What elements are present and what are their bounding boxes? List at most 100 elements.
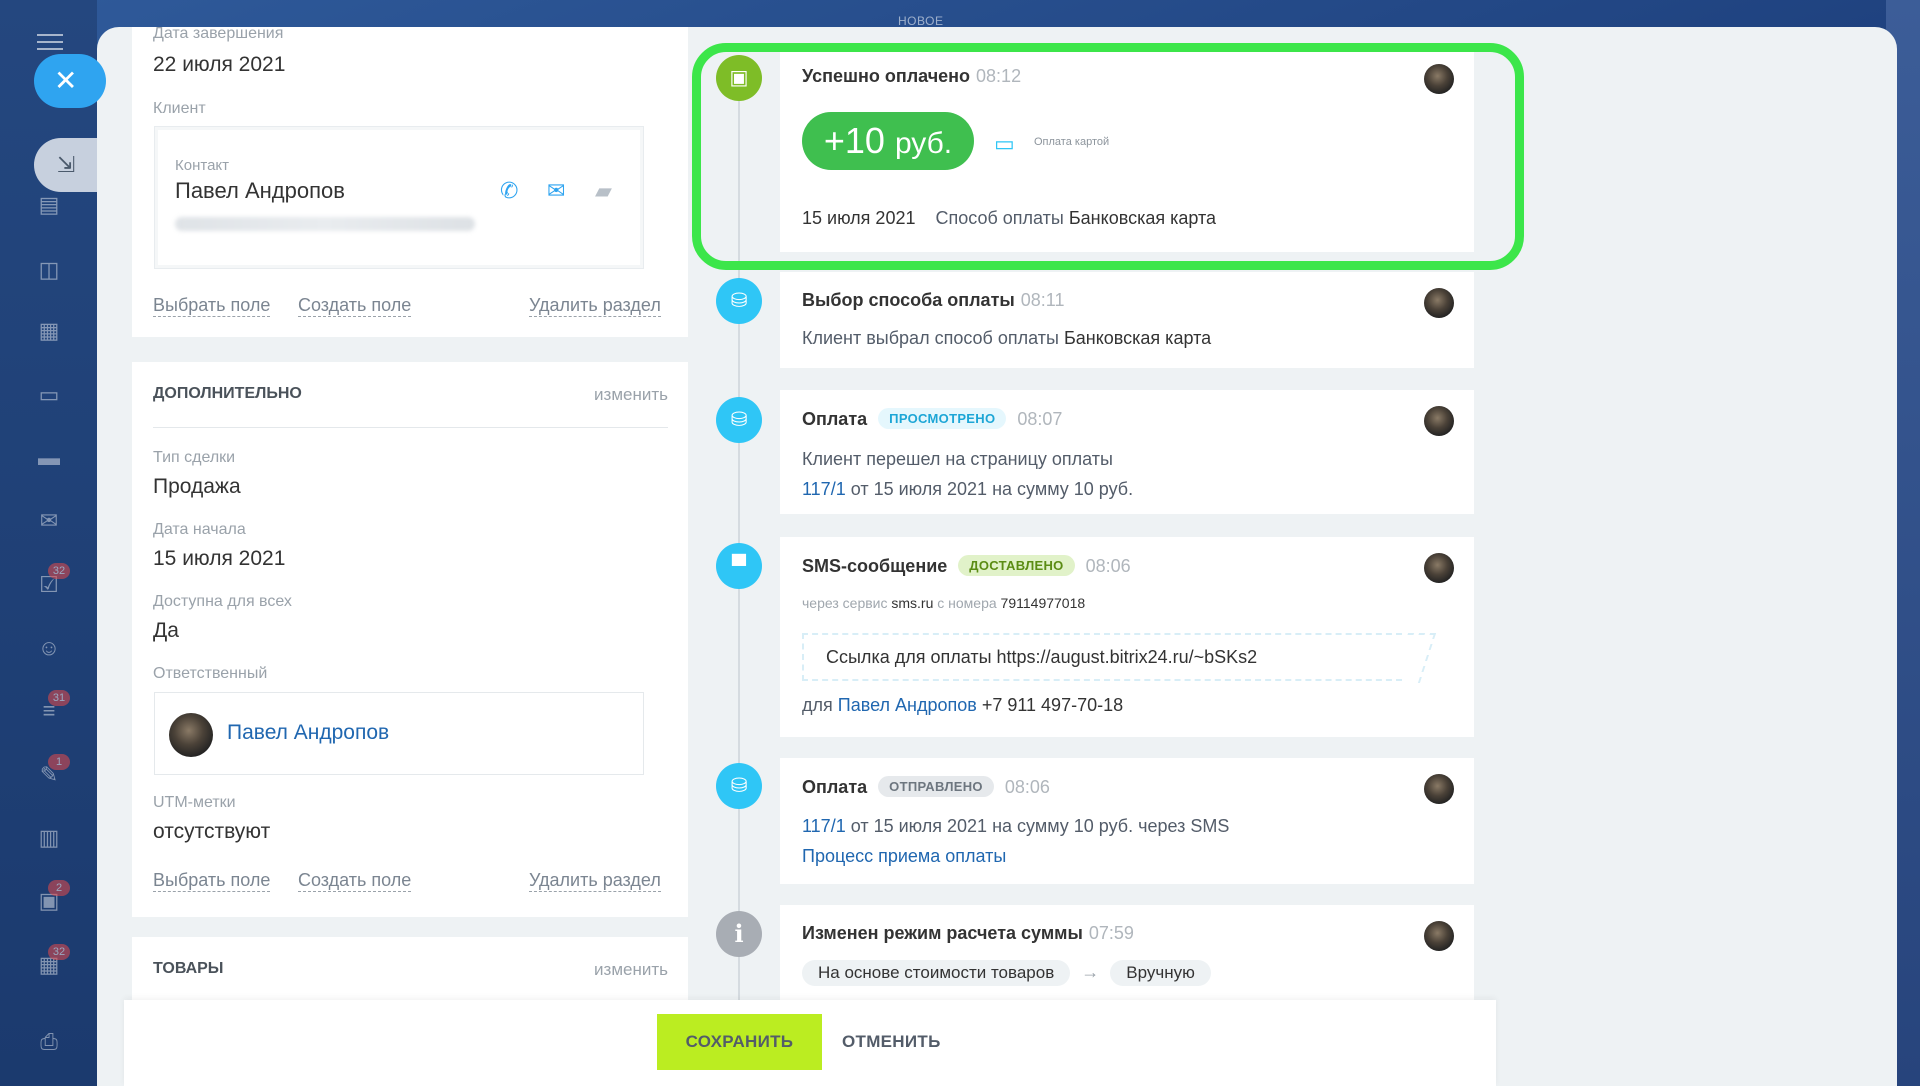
responsible-box: Павел Андропов [154,692,644,775]
sms-recipient: для Павел Андропов +7 911 497-70-18 [802,695,1124,715]
available-label: Доступна для всех [153,593,292,610]
end-date-label: Дата завершения [153,25,284,42]
payment-viewed-title: Оплата ПРОСМОТРЕНО 08:07 [802,408,1063,429]
email-icon[interactable]: ✉ [547,178,565,204]
responsible-name[interactable]: Павел Андропов [227,721,389,745]
contact-label: Контакт [175,157,230,174]
chat-bubble-icon[interactable]: ▰ [595,178,612,204]
app-sidebar: ⇲ ▤ ◫ ▦ ▭ ▬ ✉ ☑ 32 ☺ ≡ 31 ✎ 1 ▥ ▣ 2 ▦ 32… [0,0,98,1086]
basket-icon: ⛁ [716,397,762,443]
status-badge: ПРОСМОТРЕНО [878,408,1007,429]
mode-change-values: На основе стоимости товаров → Вручную [802,960,1211,986]
contact-name[interactable]: Павел Андропов [175,178,345,204]
crm-badge: 31 [48,690,70,706]
contacts-icon[interactable]: ☺ [34,633,64,663]
document-icon[interactable]: ▭ [34,380,64,410]
timeline-sms: SMS-сообщение ДОСТАВЛЕНО 08:06 через сер… [780,537,1474,737]
select-field-link[interactable]: Выбрать поле [153,870,271,892]
divider [153,427,668,428]
basket-icon: ⛁ [716,763,762,809]
avatar[interactable] [169,713,213,757]
recipient-link[interactable]: Павел Андропов [838,695,977,715]
payment-sent-title: Оплата ОТПРАВЛЕНО 08:06 [802,776,1050,797]
automation-badge: 32 [48,944,70,960]
message-icon: ▀ [716,543,762,589]
feed-icon[interactable]: ▤ [34,190,64,220]
new-mode-chip: Вручную [1110,960,1211,986]
responsible-label: Ответственный [153,665,268,682]
timeline-mode-change: Изменен режим расчета суммы 07:59 На осно… [780,905,1474,1005]
utm-value: отсутствуют [153,820,271,843]
mail-icon[interactable]: ✉ [34,506,64,536]
avatar[interactable] [1424,553,1454,583]
timeline-payment-viewed: Оплата ПРОСМОТРЕНО 08:07 Клиент перешел … [780,390,1474,514]
save-button[interactable]: СОХРАНИТЬ [657,1014,822,1070]
start-date-value: 15 июля 2021 [153,547,286,570]
additional-title: ДОПОЛНИТЕЛЬНО [153,385,302,402]
payment-process-link: Процесс приема оплаты [802,846,1006,867]
download-icon[interactable]: ⇲ [34,138,98,192]
menu-icon[interactable] [37,34,63,50]
delete-section-link[interactable]: Удалить раздел [529,870,661,892]
phone-icon[interactable]: ✆ [500,178,518,204]
delete-section-link[interactable]: Удалить раздел [529,295,661,317]
analytics-icon[interactable]: ▥ [34,823,64,853]
create-field-link[interactable]: Создать поле [298,295,412,317]
available-value: Да [153,619,179,642]
sms-title: SMS-сообщение ДОСТАВЛЕНО 08:06 [802,555,1131,576]
top-label: НОВОЕ [898,14,944,28]
cancel-button[interactable]: ОТМЕНИТЬ [842,1014,941,1070]
end-date-value: 22 июля 2021 [153,53,286,76]
payment-sent-order: 117/1 от 15 июля 2021 на сумму 10 руб. ч… [802,816,1230,836]
process-link[interactable]: Процесс приема оплаты [802,846,1006,866]
info-icon: i [716,911,762,957]
order-link[interactable]: 117/1 [802,816,846,836]
mode-change-title: Изменен режим расчета суммы 07:59 [802,923,1134,943]
main-fields-card: Дата завершения 22 июля 2021 Клиент Конт… [132,25,688,337]
edit-badge: 1 [48,754,70,770]
create-field-link[interactable]: Создать поле [298,870,412,892]
card-2-links: Выбрать поле Создать поле Удалить раздел [153,870,673,894]
avatar[interactable] [1424,406,1454,436]
tasks-badge: 32 [48,563,70,579]
choice-text: Клиент выбрал способ оплаты Банковская к… [802,328,1212,348]
drive-icon[interactable]: ▬ [34,443,64,473]
timeline-payment-sent: Оплата ОТПРАВЛЕНО 08:06 117/1 от 15 июля… [780,758,1474,884]
avatar[interactable] [1424,288,1454,318]
bottom-bar: СОХРАНИТЬ ОТМЕНИТЬ [124,1000,1496,1086]
avatar[interactable] [1424,921,1454,951]
arrow-icon: → [1081,962,1100,982]
additional-edit-link[interactable]: изменить [594,385,668,405]
sms-via: через сервис sms.ru с номера 79114977018 [802,595,1086,611]
order-link[interactable]: 117/1 [802,479,846,499]
products-title: ТОВАРЫ [153,960,224,977]
choice-title: Выбор способа оплаты 08:11 [802,290,1065,310]
timeline-payment-choice: Выбор способа оплаты 08:11 Клиент выбрал … [780,272,1474,368]
utm-label: UTM-метки [153,794,236,811]
old-mode-chip: На основе стоимости товаров [802,960,1071,986]
payment-viewed-order: 117/1 от 15 июля 2021 на сумму 10 руб. [802,479,1134,499]
contact-box: Контакт Павел Андропов ✆ ✉ ▰ [154,126,644,269]
close-icon[interactable]: ✕ [54,65,77,96]
products-edit-link[interactable]: изменить [594,960,668,980]
status-badge: ОТПРАВЛЕНО [878,776,994,797]
contact-center-badge: 2 [48,880,70,896]
additional-card: ДОПОЛНИТЕЛЬНО изменить Тип сделки Продаж… [132,362,688,917]
client-label: Клиент [153,100,206,117]
printer-icon[interactable]: ⎙ [34,1027,64,1057]
calendar-icon[interactable]: ▦ [34,316,64,346]
avatar[interactable] [1424,774,1454,804]
status-badge: ДОСТАВЛЕНО [958,555,1075,576]
deal-type-value: Продажа [153,475,241,498]
select-field-link[interactable]: Выбрать поле [153,295,271,317]
card-1-links: Выбрать поле Создать поле Удалить раздел [153,295,673,319]
close-button[interactable]: ✕ [34,54,106,108]
basket-icon: ⛁ [716,278,762,324]
start-date-label: Дата начала [153,521,246,538]
sms-message: Ссылка для оплаты https://august.bitrix2… [802,633,1402,681]
deal-type-label: Тип сделки [153,449,236,466]
payment-viewed-text: Клиент перешел на страницу оплаты [802,449,1113,469]
contact-phone-blurred [175,217,475,231]
highlight-frame [692,43,1524,270]
chat-icon[interactable]: ◫ [34,255,64,285]
